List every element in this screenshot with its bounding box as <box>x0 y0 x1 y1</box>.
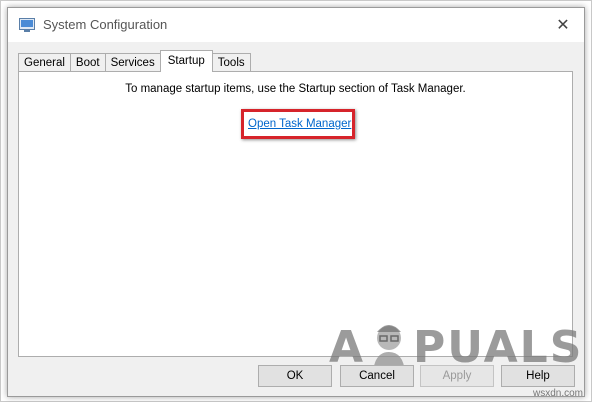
apply-button[interactable]: Apply <box>420 365 494 387</box>
tab-tools[interactable]: Tools <box>211 53 251 72</box>
tab-boot[interactable]: Boot <box>69 53 106 72</box>
tab-general[interactable]: General <box>18 53 71 72</box>
tab-strip: General Boot Services Startup Tools <box>18 50 251 72</box>
cancel-button[interactable]: Cancel <box>340 365 414 387</box>
window-title: System Configuration <box>43 17 168 32</box>
close-button[interactable]: ✕ <box>550 12 576 38</box>
screenshot-frame: System Configuration ✕ General Boot Serv… <box>0 0 592 402</box>
close-icon: ✕ <box>556 15 570 34</box>
startup-tab-panel: To manage startup items, use the Startup… <box>18 71 581 373</box>
tab-services[interactable]: Services <box>104 53 161 72</box>
help-button[interactable]: Help <box>501 365 575 387</box>
site-tag: wsxdn.com <box>532 388 583 399</box>
ok-button[interactable]: OK <box>258 365 332 387</box>
startup-message: To manage startup items, use the Startup… <box>125 83 466 95</box>
tab-startup[interactable]: Startup <box>159 50 213 72</box>
msconfig-icon <box>19 18 35 32</box>
title-bar[interactable]: System Configuration ✕ <box>8 8 584 42</box>
system-configuration-dialog: System Configuration ✕ General Boot Serv… <box>7 7 585 397</box>
open-task-manager-link[interactable]: Open Task Manager <box>248 118 351 130</box>
